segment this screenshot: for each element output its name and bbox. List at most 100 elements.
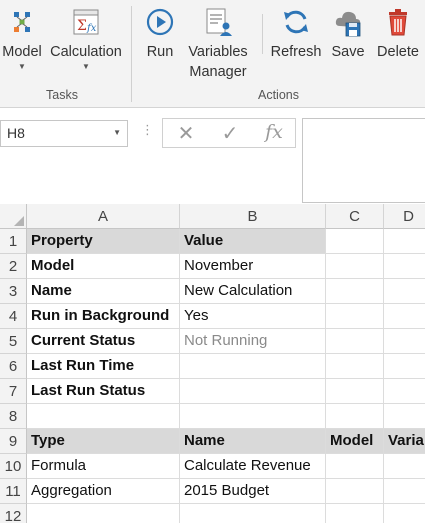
cell-c9[interactable]: Model: [326, 429, 384, 454]
cell-c10[interactable]: [326, 454, 384, 479]
group-separator: [131, 6, 132, 102]
row-header-11[interactable]: 11: [0, 479, 27, 504]
cell-a5[interactable]: Current Status: [27, 329, 180, 354]
column-header-d[interactable]: D: [384, 204, 425, 229]
formula-input[interactable]: [302, 118, 425, 203]
cell-c2[interactable]: [326, 254, 384, 279]
cell-d5[interactable]: [384, 329, 425, 354]
column-header-a[interactable]: A: [27, 204, 180, 229]
svg-text:fx: fx: [86, 23, 97, 34]
cell-b11[interactable]: 2015 Budget: [180, 479, 326, 504]
cell-b2[interactable]: November: [180, 254, 326, 279]
cell-c11[interactable]: [326, 479, 384, 504]
cell-b8[interactable]: [180, 404, 326, 429]
cell-c5[interactable]: [326, 329, 384, 354]
cell-c8[interactable]: [326, 404, 384, 429]
enter-icon[interactable]: ✓: [215, 121, 245, 146]
cell-d6[interactable]: [384, 354, 425, 379]
save-icon: [335, 11, 361, 37]
cell-b3[interactable]: New Calculation: [180, 279, 326, 304]
row-header-6[interactable]: 6: [0, 354, 27, 379]
name-box-value: H8: [7, 125, 25, 141]
cell-a1[interactable]: Property: [27, 229, 180, 254]
row-header-5[interactable]: 5: [0, 329, 27, 354]
model-button[interactable]: Model ▼: [0, 2, 44, 74]
cell-d7[interactable]: [384, 379, 425, 404]
column-header-c[interactable]: C: [326, 204, 384, 229]
formula-bar: H8 ▼ ⋮ ✕ ✓ fx: [0, 108, 425, 204]
name-box[interactable]: H8 ▼: [0, 120, 128, 147]
cell-b7[interactable]: [180, 379, 326, 404]
cell-b10[interactable]: Calculate Revenue: [180, 454, 326, 479]
model-icon: [14, 12, 30, 32]
row-header-10[interactable]: 10: [0, 454, 27, 479]
save-button[interactable]: Save: [328, 2, 368, 62]
calculation-button[interactable]: Σ fx Calculation ▼: [47, 2, 125, 74]
cell-a11[interactable]: Aggregation: [27, 479, 180, 504]
row-header-12[interactable]: 12: [0, 504, 27, 523]
delete-icon: [389, 9, 407, 36]
cell-b5[interactable]: Not Running: [180, 329, 326, 354]
cell-a3[interactable]: Name: [27, 279, 180, 304]
cell-d12[interactable]: [384, 504, 425, 523]
refresh-label: Refresh: [270, 44, 322, 60]
cell-a4[interactable]: Run in Background: [27, 304, 180, 329]
cell-a7[interactable]: Last Run Status: [27, 379, 180, 404]
cell-c1[interactable]: [326, 229, 384, 254]
cell-c4[interactable]: [326, 304, 384, 329]
cell-a8[interactable]: [27, 404, 180, 429]
cell-b9[interactable]: Name: [180, 429, 326, 454]
column-header-b[interactable]: B: [180, 204, 326, 229]
row-header-4[interactable]: 4: [0, 304, 27, 329]
variables-label-line1: Variables: [188, 44, 248, 60]
cell-c3[interactable]: [326, 279, 384, 304]
spreadsheet-grid: A B C D 1 Property Value 2 Model November 3 Name New…: [0, 204, 425, 523]
row-header-3[interactable]: 3: [0, 279, 27, 304]
row-header-1[interactable]: 1: [0, 229, 27, 254]
refresh-icon: [284, 10, 308, 34]
cancel-icon[interactable]: ✕: [171, 121, 201, 146]
model-label: Model: [2, 44, 42, 60]
cell-a6[interactable]: Last Run Time: [27, 354, 180, 379]
cell-b1[interactable]: Value: [180, 229, 326, 254]
cell-a10[interactable]: Formula: [27, 454, 180, 479]
variables-manager-button[interactable]: Variables Manager: [184, 2, 252, 82]
delete-button[interactable]: Delete: [372, 2, 424, 62]
group-separator: [262, 14, 263, 54]
run-button[interactable]: Run: [142, 2, 178, 62]
cell-b6[interactable]: [180, 354, 326, 379]
drag-handle-icon[interactable]: ⋮: [141, 122, 154, 138]
row-header-7[interactable]: 7: [0, 379, 27, 404]
cell-c7[interactable]: [326, 379, 384, 404]
row-header-2[interactable]: 2: [0, 254, 27, 279]
group-label-actions: Actions: [258, 88, 299, 102]
cell-b12[interactable]: [180, 504, 326, 523]
select-all-icon: [14, 216, 24, 226]
cell-c12[interactable]: [326, 504, 384, 523]
cell-a2[interactable]: Model: [27, 254, 180, 279]
variables-manager-icon: [206, 8, 232, 36]
cell-a12[interactable]: [27, 504, 180, 523]
cell-a9[interactable]: Type: [27, 429, 180, 454]
cell-d1[interactable]: [384, 229, 425, 254]
cell-d3[interactable]: [384, 279, 425, 304]
save-label: Save: [331, 44, 365, 60]
fx-icon[interactable]: fx: [259, 121, 289, 143]
cell-d4[interactable]: [384, 304, 425, 329]
row-header-9[interactable]: 9: [0, 429, 27, 454]
cell-c6[interactable]: [326, 354, 384, 379]
refresh-button[interactable]: Refresh: [270, 2, 322, 62]
cell-d2[interactable]: [384, 254, 425, 279]
chevron-down-icon: ▼: [18, 62, 26, 71]
group-label-tasks: Tasks: [46, 88, 78, 102]
run-label: Run: [146, 44, 174, 60]
cell-d11[interactable]: [384, 479, 425, 504]
formula-buttons: ✕ ✓ fx: [162, 118, 296, 148]
chevron-down-icon[interactable]: ▼: [113, 128, 121, 137]
cell-b4[interactable]: Yes: [180, 304, 326, 329]
cell-d8[interactable]: [384, 404, 425, 429]
cell-d9[interactable]: Varia: [384, 429, 425, 454]
cell-d10[interactable]: [384, 454, 425, 479]
select-all-corner[interactable]: [0, 204, 27, 229]
row-header-8[interactable]: 8: [0, 404, 27, 429]
